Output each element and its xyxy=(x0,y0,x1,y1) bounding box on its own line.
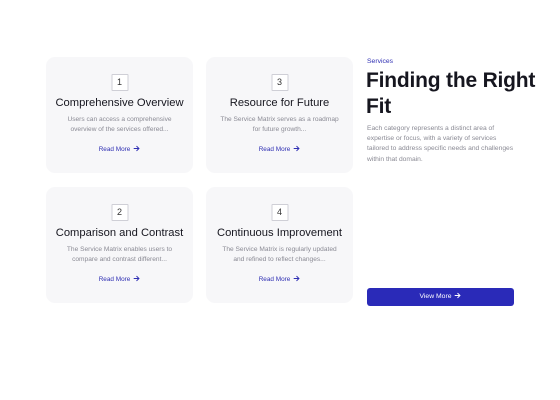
card-number-badge: 4 xyxy=(271,204,288,221)
read-more-label: Read More xyxy=(98,276,131,283)
read-more-label: Read More xyxy=(258,276,291,283)
card-title: Comparison and Contrast xyxy=(55,227,184,239)
arrow-right-icon xyxy=(134,145,140,152)
section-heading: Finding the Right Fit xyxy=(366,69,536,118)
service-card-3: 3 Resource for Future The Service Matrix… xyxy=(206,57,353,173)
view-more-button[interactable]: View More xyxy=(367,288,514,306)
card-title: Continuous Improvement xyxy=(217,227,342,239)
arrow-right-icon xyxy=(294,275,300,282)
card-number-badge: 2 xyxy=(111,204,128,221)
arrow-right-icon xyxy=(455,292,462,299)
read-more-label: Read More xyxy=(258,146,291,153)
card-title: Resource for Future xyxy=(229,97,330,109)
section-intro: Each category represents a distinct area… xyxy=(367,125,514,163)
card-title: Comprehensive Overview xyxy=(55,97,184,109)
read-more-link[interactable]: Read More xyxy=(46,145,193,155)
card-number-badge: 1 xyxy=(111,74,128,91)
read-more-link[interactable]: Read More xyxy=(206,145,353,155)
card-description: The Service Matrix is regularly updated … xyxy=(222,246,337,264)
arrow-right-icon xyxy=(294,145,300,152)
card-description: The Service Matrix serves as a roadmap f… xyxy=(220,116,339,134)
view-more-label: View More xyxy=(419,293,452,300)
read-more-link[interactable]: Read More xyxy=(206,275,353,285)
read-more-label: Read More xyxy=(98,146,131,153)
card-description: Users can access a comprehensive overvie… xyxy=(67,116,172,134)
arrow-right-icon xyxy=(134,275,140,282)
card-description: The Service Matrix enables users to comp… xyxy=(66,246,173,264)
section-eyebrow: Services xyxy=(367,58,394,65)
card-number-badge: 3 xyxy=(271,74,288,91)
service-card-1: 1 Comprehensive Overview Users can acces… xyxy=(46,57,193,173)
read-more-link[interactable]: Read More xyxy=(46,275,193,285)
service-card-2: 2 Comparison and Contrast The Service Ma… xyxy=(46,187,193,303)
service-card-4: 4 Continuous Improvement The Service Mat… xyxy=(206,187,353,303)
